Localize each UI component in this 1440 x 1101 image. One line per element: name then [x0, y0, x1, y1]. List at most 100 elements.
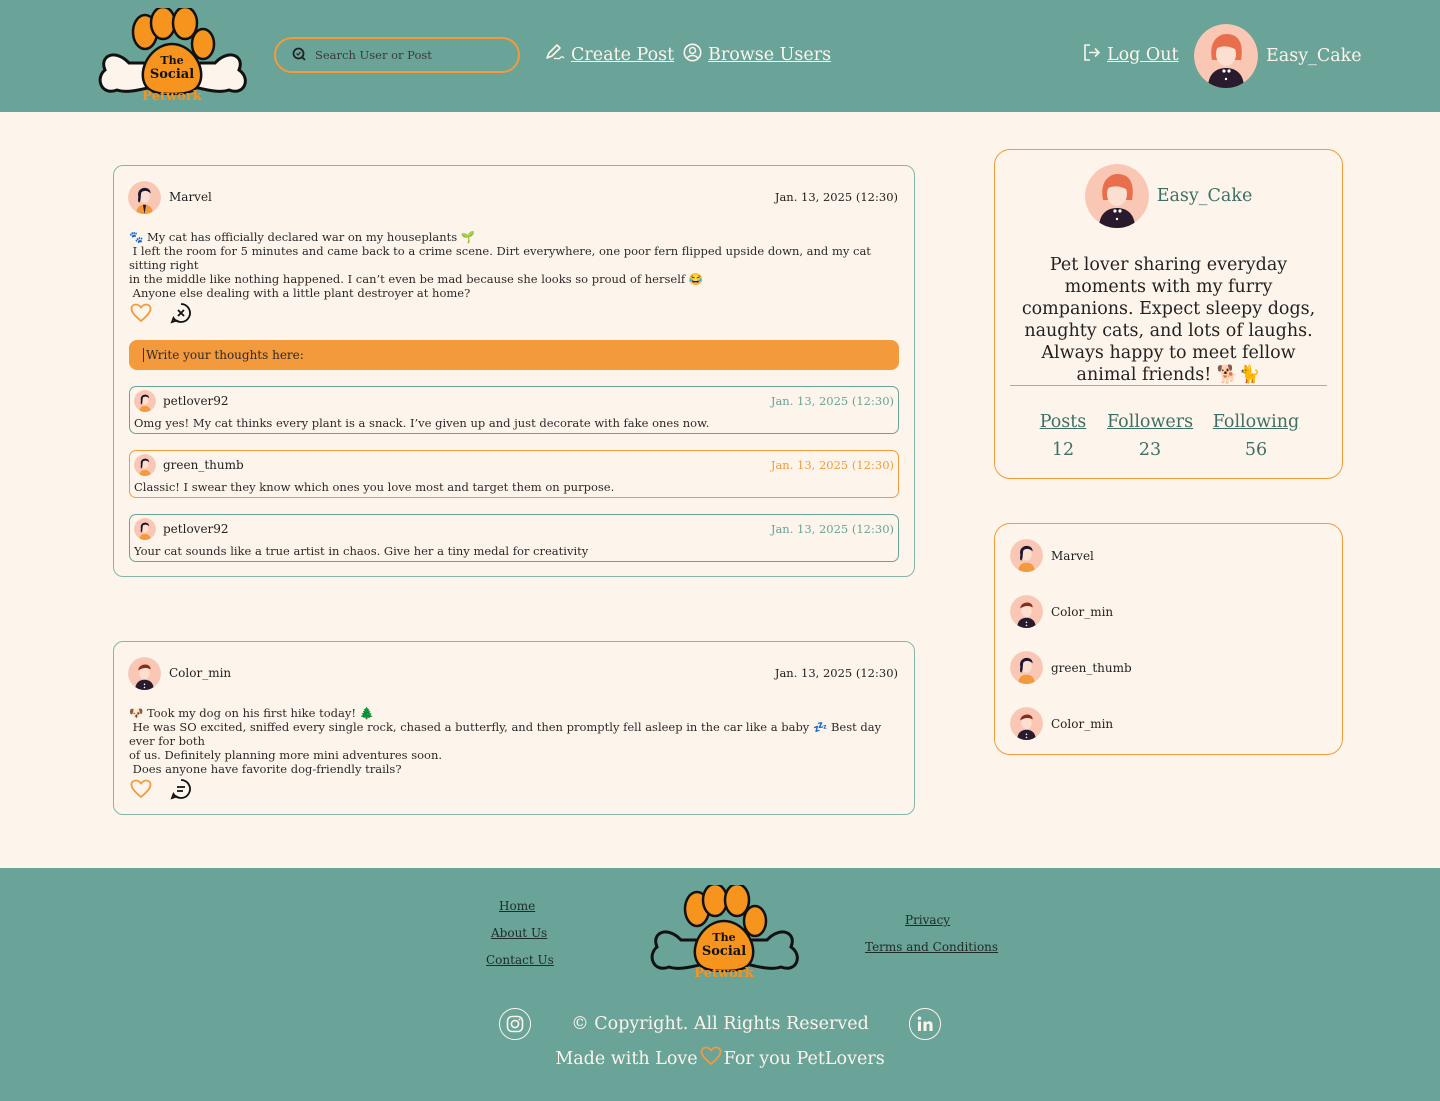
- post-line: 🐾 My cat has officially declared war on …: [129, 230, 476, 244]
- user-avatar: [1010, 539, 1043, 572]
- stat-label[interactable]: Following: [1211, 412, 1301, 432]
- commenter-avatar[interactable]: [134, 390, 156, 412]
- post-line: in the middle like nothing happened. I c…: [129, 272, 704, 286]
- comment-author[interactable]: green_thumb: [163, 458, 244, 472]
- search-bar[interactable]: [274, 37, 520, 73]
- comment-card: petlover92 Jan. 13, 2025 (12:30) Your ca…: [129, 514, 899, 562]
- post-content: 🐶 Took my dog on his first hike today! 🌲…: [129, 706, 900, 776]
- browse-users-label: Browse Users: [708, 45, 832, 65]
- stat-followers[interactable]: Followers 23: [1107, 412, 1193, 460]
- post-content: 🐾 My cat has officially declared war on …: [129, 230, 900, 300]
- site-header: The Social Petwork Create Post Browse Us…: [0, 0, 1440, 112]
- commenter-avatar[interactable]: [134, 518, 156, 540]
- logout-icon: [1082, 43, 1101, 67]
- list-item-user[interactable]: green_thumb: [1010, 651, 1132, 684]
- logo-word-the: The: [160, 54, 183, 67]
- user-avatar: [1194, 24, 1258, 88]
- post-card: Color_min Jan. 13, 2025 (12:30) 🐶 Took m…: [113, 641, 915, 815]
- logo-word-petwork: Petwork: [142, 89, 202, 104]
- text-caret: [143, 348, 144, 362]
- comment-author[interactable]: petlover92: [163, 394, 229, 408]
- comment-text: Your cat sounds like a true artist in ch…: [134, 544, 589, 558]
- post-header: Color_min Jan. 13, 2025 (12:30): [128, 656, 898, 690]
- post-author[interactable]: Marvel: [169, 190, 212, 204]
- search-input[interactable]: [315, 48, 505, 62]
- heart-icon: [700, 1046, 722, 1071]
- profile-card: Easy_Cake Pet lover sharing everyday mom…: [994, 149, 1343, 479]
- browse-users-link[interactable]: Browse Users: [683, 43, 831, 67]
- footer-link-about[interactable]: About Us: [491, 926, 547, 940]
- post-card: Marvel Jan. 13, 2025 (12:30) 🐾 My cat ha…: [113, 165, 915, 577]
- current-user[interactable]: Easy_Cake: [1194, 24, 1362, 88]
- post-date: Jan. 13, 2025 (12:30): [774, 666, 898, 680]
- like-heart-icon[interactable]: [130, 779, 152, 803]
- stat-following[interactable]: Following 56: [1211, 412, 1301, 460]
- create-post-label: Create Post: [571, 44, 675, 65]
- post-header: Marvel Jan. 13, 2025 (12:30): [128, 180, 898, 214]
- logo-word-social: Social: [702, 944, 746, 959]
- logo-word-the: The: [712, 931, 735, 944]
- stat-label[interactable]: Followers: [1107, 412, 1193, 432]
- post-line: Does anyone have favorite dog-friendly t…: [129, 762, 402, 776]
- author-avatar[interactable]: [128, 656, 161, 690]
- post-line: Anyone else dealing with a little plant …: [129, 286, 471, 300]
- comment-date: Jan. 13, 2025 (12:30): [770, 458, 894, 472]
- stat-value: 12: [1051, 440, 1075, 460]
- post-line: of us. Definitely planning more mini adv…: [129, 748, 443, 762]
- post-actions: [130, 778, 192, 804]
- comment-input-placeholder: Write your thoughts here:: [146, 348, 304, 362]
- comment-text: Omg yes! My cat thinks every plant is a …: [134, 416, 710, 430]
- user-avatar: [1010, 651, 1043, 684]
- profile-avatar: [1084, 164, 1149, 228]
- like-heart-icon[interactable]: [130, 303, 152, 327]
- footer-link-terms[interactable]: Terms and Conditions: [865, 940, 998, 954]
- post-line: I left the room for 5 minutes and came b…: [129, 244, 875, 272]
- current-username: Easy_Cake: [1266, 46, 1362, 66]
- logo-word-petwork: Petwork: [694, 966, 754, 981]
- comment-date: Jan. 13, 2025 (12:30): [770, 522, 894, 536]
- made-with-love: Made with Love For you PetLovers: [0, 1046, 1440, 1071]
- comment-author[interactable]: petlover92: [163, 522, 229, 536]
- author-avatar[interactable]: [128, 180, 161, 214]
- user-avatar: [1010, 707, 1043, 740]
- comment-date: Jan. 13, 2025 (12:30): [770, 394, 894, 408]
- comment-text: Classic! I swear they know which ones yo…: [134, 480, 615, 494]
- stat-label[interactable]: Posts: [1031, 412, 1095, 432]
- post-author[interactable]: Color_min: [169, 666, 231, 680]
- log-out-label: Log Out: [1107, 45, 1179, 65]
- logo-word-social: Social: [150, 67, 194, 82]
- profile-bio: Pet lover sharing everyday moments with …: [1021, 255, 1316, 385]
- stat-posts[interactable]: Posts 12: [1031, 412, 1095, 460]
- list-item-username: Color_min: [1051, 716, 1114, 731]
- made-with-label: Made with Love: [555, 1048, 698, 1069]
- profile-divider: [1010, 385, 1327, 386]
- footer-logo[interactable]: The Social Petwork: [649, 885, 799, 983]
- create-post-link[interactable]: Create Post: [545, 43, 674, 66]
- comment-card: petlover92 Jan. 13, 2025 (12:30) Omg yes…: [129, 386, 899, 434]
- footer-link-privacy[interactable]: Privacy: [905, 913, 950, 927]
- list-item-username: Marvel: [1051, 548, 1094, 563]
- footer-link-home[interactable]: Home: [499, 899, 535, 913]
- close-comments-icon[interactable]: [170, 302, 192, 328]
- comment-input[interactable]: Write your thoughts here:: [129, 340, 899, 370]
- copyright-text: © Copyright. All Rights Reserved: [571, 1014, 869, 1034]
- search-icon: [292, 46, 306, 65]
- user-avatar: [1010, 595, 1043, 628]
- list-item-username: green_thumb: [1051, 660, 1132, 675]
- user-circle-icon: [683, 43, 702, 67]
- list-item-user[interactable]: Color_min: [1010, 707, 1113, 740]
- list-item-username: Color_min: [1051, 604, 1114, 619]
- log-out-link[interactable]: Log Out: [1082, 43, 1179, 67]
- petwork-logo[interactable]: The Social Petwork: [97, 8, 247, 106]
- footer-link-contact[interactable]: Contact Us: [486, 953, 554, 967]
- post-line: 🐶 Took my dog on his first hike today! 🌲: [129, 706, 374, 720]
- comment-card: green_thumb Jan. 13, 2025 (12:30) Classi…: [129, 450, 899, 498]
- pen-icon: [545, 43, 565, 66]
- list-item-user[interactable]: Marvel: [1010, 539, 1094, 572]
- commenter-avatar[interactable]: [134, 454, 156, 476]
- site-footer: Home About Us Contact Us The Social Petw…: [0, 868, 1440, 1101]
- comment-bubble-icon[interactable]: [170, 778, 192, 804]
- list-item-user[interactable]: Color_min: [1010, 595, 1113, 628]
- post-line: He was SO excited, sniffed every single …: [129, 720, 885, 748]
- stat-value: 56: [1244, 440, 1268, 460]
